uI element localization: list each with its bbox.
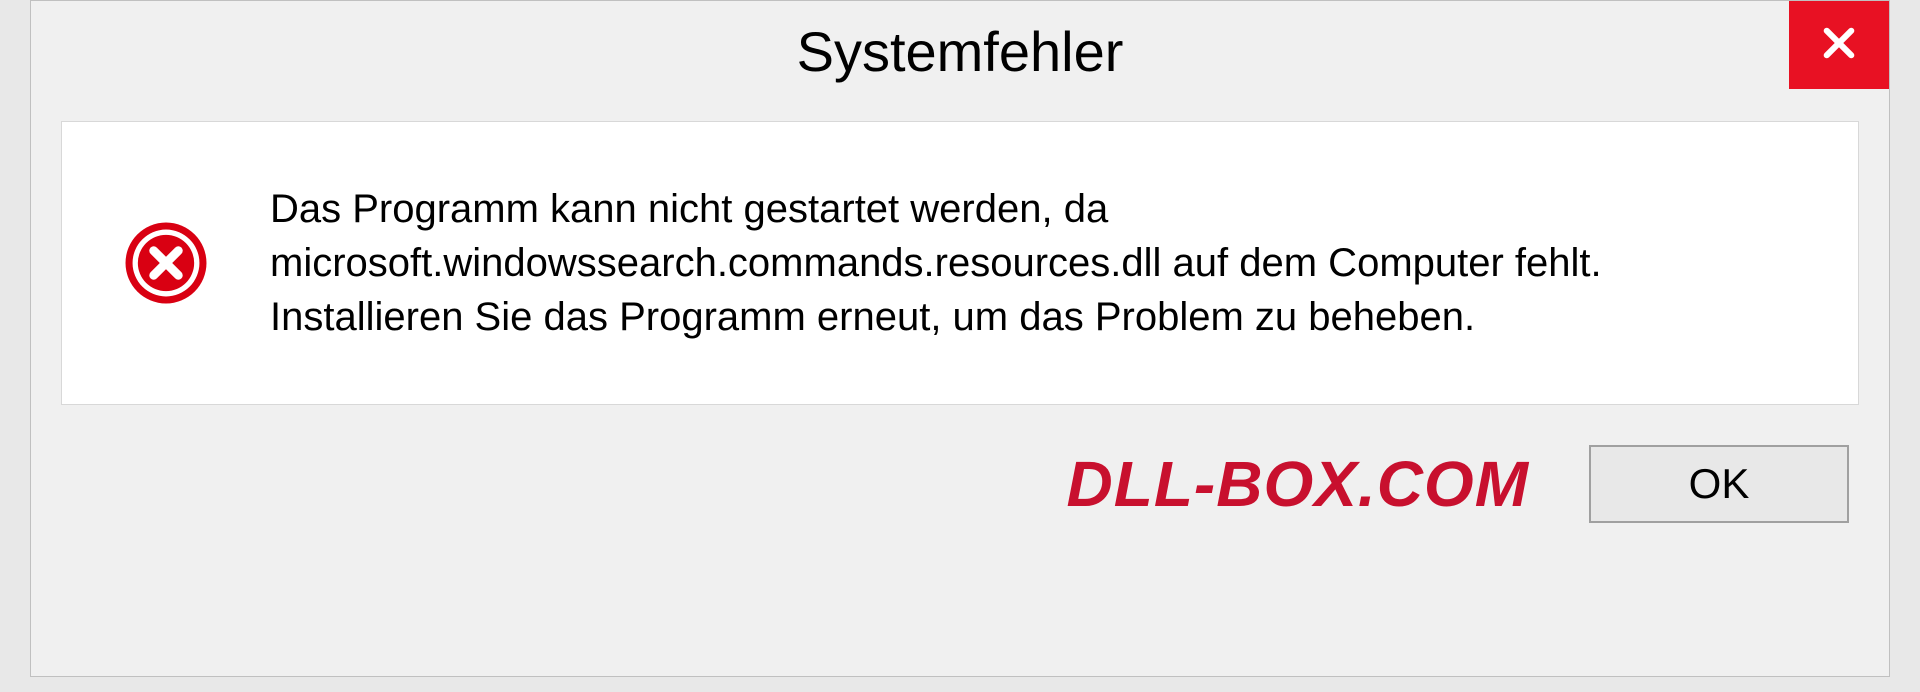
watermark-text: DLL-BOX.COM [1067, 447, 1530, 521]
close-button[interactable] [1789, 1, 1889, 89]
error-icon [122, 219, 210, 307]
error-dialog: Systemfehler Das Programm kann nicht ges… [30, 0, 1890, 677]
ok-button[interactable]: OK [1589, 445, 1849, 523]
dialog-footer: DLL-BOX.COM OK [31, 435, 1889, 543]
content-panel: Das Programm kann nicht gestartet werden… [61, 121, 1859, 405]
dialog-title: Systemfehler [797, 19, 1124, 84]
titlebar: Systemfehler [31, 1, 1889, 101]
close-icon [1818, 22, 1860, 69]
error-message: Das Programm kann nicht gestartet werden… [270, 182, 1770, 344]
ok-button-label: OK [1689, 460, 1750, 508]
